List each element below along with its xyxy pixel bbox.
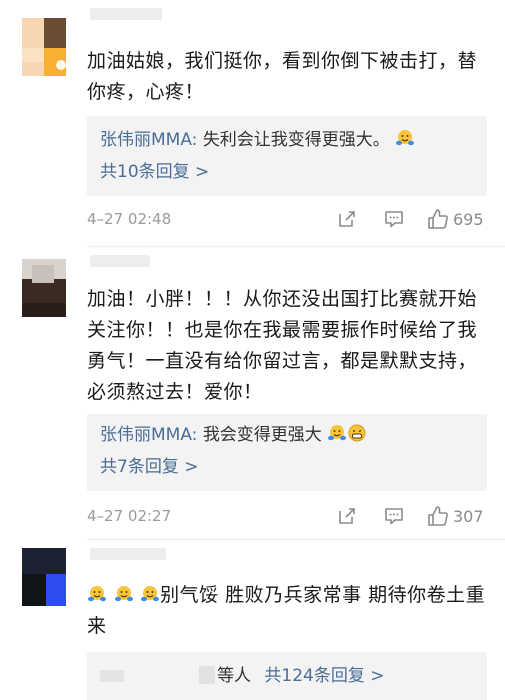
- comment-item: 别气馁 胜败乃兵家常事 期待你卷土重来 等人 共124条回复 >: [0, 540, 505, 700]
- thumbs-up-icon: [428, 209, 448, 229]
- timestamp: 4–27 02:27: [87, 507, 172, 525]
- username-blurred[interactable]: [90, 548, 166, 560]
- view-replies-link[interactable]: 共7条回复 >: [100, 455, 198, 479]
- like-button[interactable]: 307: [427, 504, 484, 528]
- like-count: 695: [453, 209, 484, 229]
- like-button[interactable]: 695: [427, 207, 484, 231]
- hug-emoji: [114, 584, 134, 604]
- hug-emoji: [87, 584, 107, 604]
- avatar[interactable]: [22, 548, 66, 606]
- hug-emoji: [395, 128, 415, 148]
- hug-emoji: [140, 584, 160, 604]
- reply-author-blurred[interactable]: [100, 670, 124, 682]
- view-replies-link[interactable]: 共124条回复 >: [264, 666, 384, 686]
- comment-icon[interactable]: [384, 207, 404, 231]
- comment-item: 加油！小胖！！！从你还没出国打比赛就开始关注你！！也是你在我最需要振作时候给了我…: [0, 247, 505, 538]
- avatar[interactable]: [22, 259, 66, 317]
- comment-text: 加油姑娘，我们挺你，看到你倒下被击打，替你疼，心疼！: [87, 50, 478, 103]
- comment-icon[interactable]: [384, 504, 404, 528]
- username-blurred[interactable]: [90, 255, 150, 267]
- reply-author-link[interactable]: 张伟丽MMA:: [100, 130, 197, 150]
- reply-others-text: 等人: [217, 666, 251, 686]
- share-icon[interactable]: [337, 504, 357, 528]
- reply-author-blurred[interactable]: [199, 666, 215, 684]
- reply-line: 张伟丽MMA: 失利会让我变得更强大。: [100, 128, 415, 152]
- reply-text: 我会变得更强大: [202, 425, 322, 445]
- timestamp: 4–27 02:48: [87, 210, 172, 228]
- thumbs-up-icon: [428, 506, 448, 526]
- comment-item: 加油姑娘，我们挺你，看到你倒下被击打，替你疼，心疼！ 张伟丽MMA: 失利会让我…: [0, 0, 505, 246]
- username-blurred[interactable]: [90, 8, 162, 20]
- reply-preview[interactable]: 张伟丽MMA: 失利会让我变得更强大。 共10条回复 >: [87, 116, 487, 196]
- hug-emoji: [327, 423, 347, 443]
- comment-text: 别气馁 胜败乃兵家常事 期待你卷土重来: [87, 580, 487, 642]
- reply-line: 张伟丽MMA: 我会变得更强大: [100, 423, 367, 447]
- view-replies-link[interactable]: 共10条回复 >: [100, 160, 209, 184]
- comment-meta: 4–27 02:48 695: [87, 207, 492, 231]
- reply-text: 失利会让我变得更强大。: [202, 130, 390, 150]
- reply-preview[interactable]: 张伟丽MMA: 我会变得更强大 共7条回复 >: [87, 414, 487, 491]
- avatar[interactable]: [22, 18, 66, 76]
- comment-text: 加油！小胖！！！从你还没出国打比赛就开始关注你！！也是你在我最需要振作时候给了我…: [87, 288, 478, 403]
- reply-line: 等人 共124条回复 >: [217, 664, 385, 688]
- grin-emoji: [347, 423, 367, 443]
- like-count: 307: [453, 506, 484, 526]
- comment-meta: 4–27 02:27 307: [87, 504, 492, 528]
- reply-author-link[interactable]: 张伟丽MMA:: [100, 425, 197, 445]
- share-icon[interactable]: [337, 207, 357, 231]
- reply-preview[interactable]: 等人 共124条回复 >: [87, 652, 487, 700]
